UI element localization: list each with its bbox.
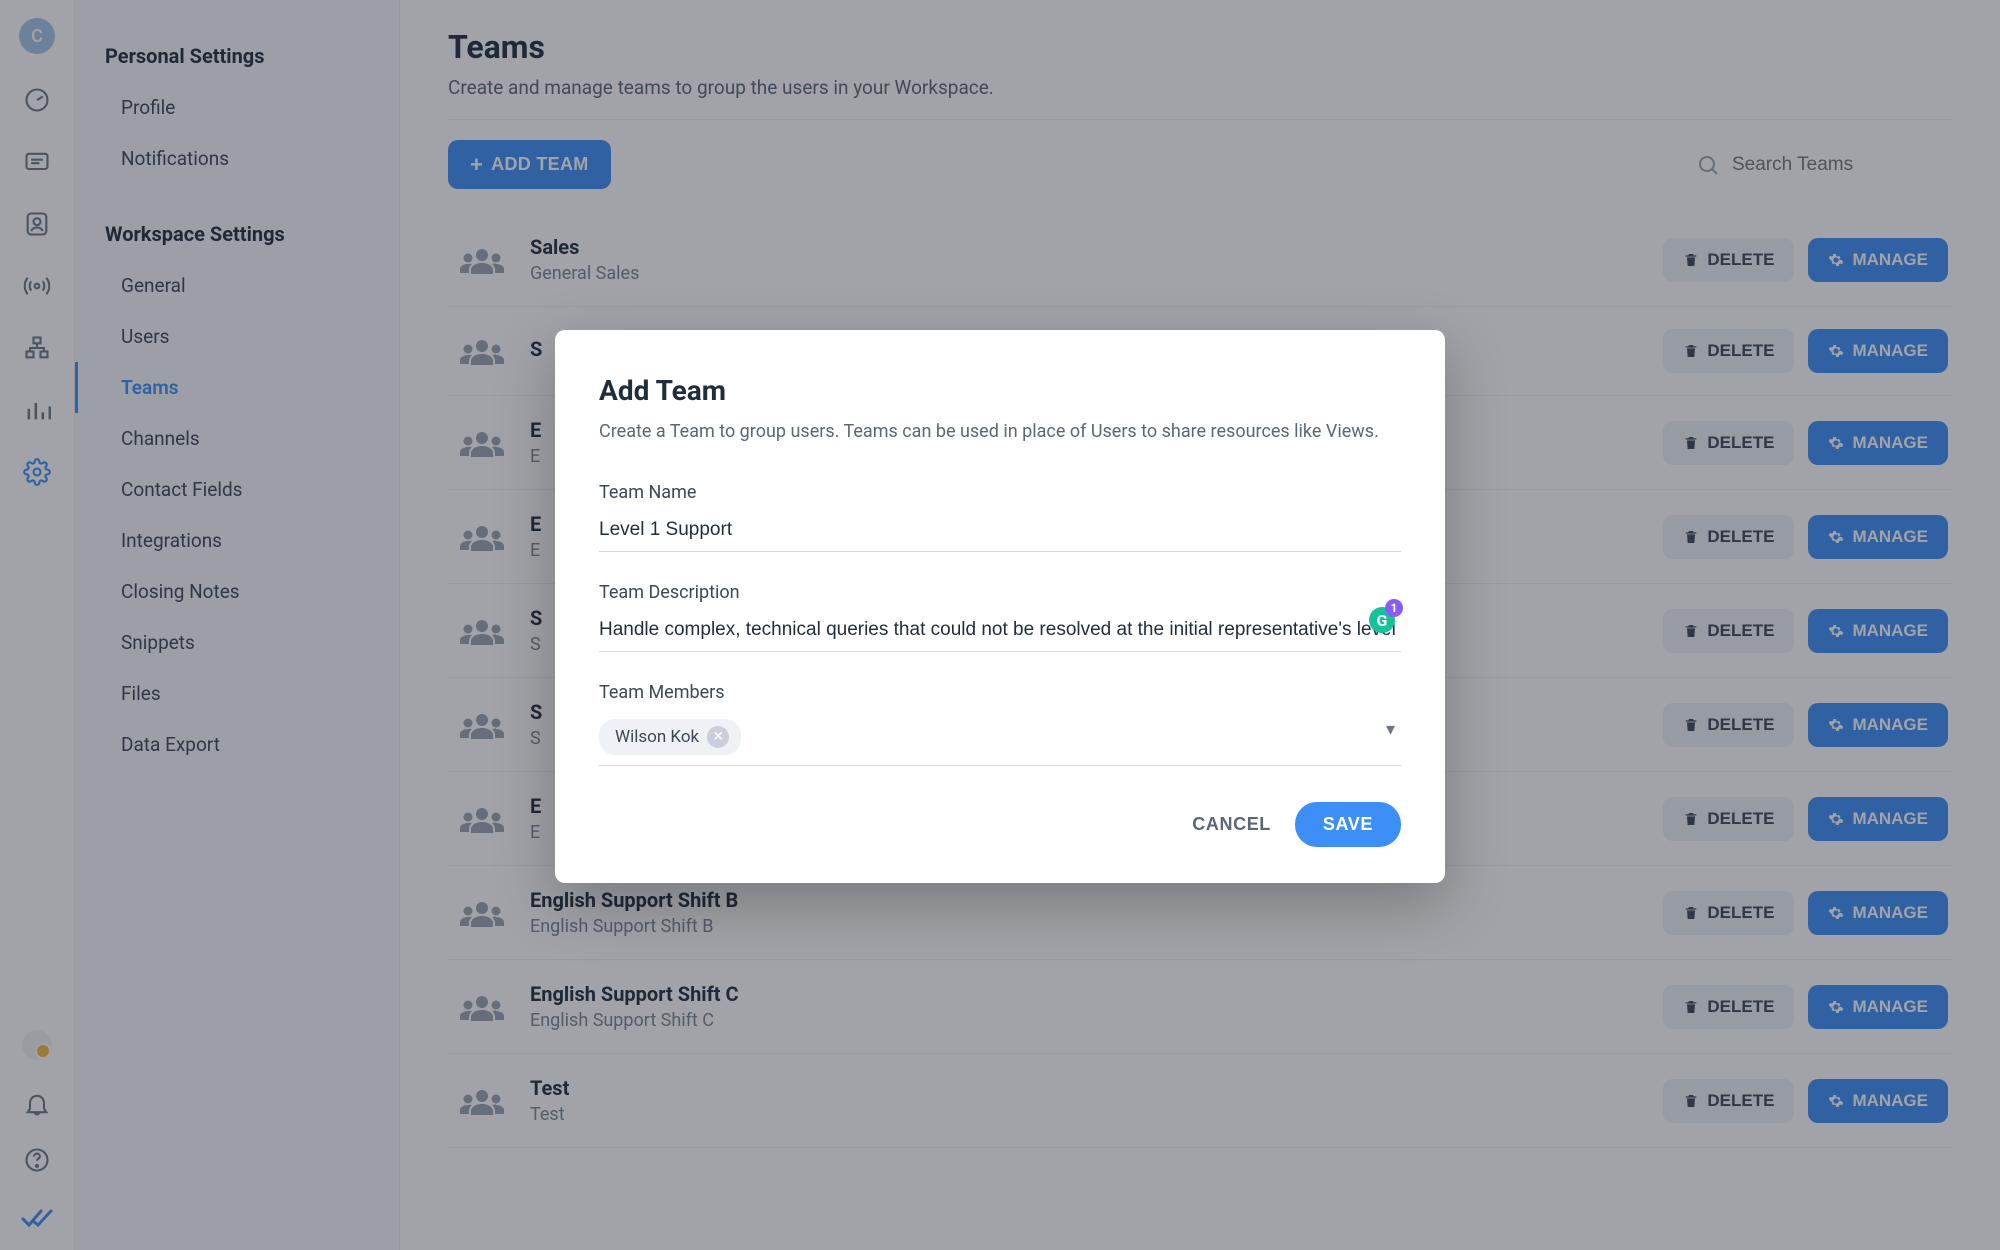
team-desc-label: Team Description — [599, 582, 1401, 603]
add-team-modal: Add Team Create a Team to group users. T… — [555, 330, 1445, 883]
team-members-select[interactable]: Wilson Kok ✕ ▾ — [599, 713, 1401, 766]
chevron-down-icon[interactable]: ▾ — [1386, 719, 1395, 740]
app-root: C — [0, 0, 2000, 1250]
modal-title: Add Team — [599, 374, 1401, 407]
cancel-button[interactable]: CANCEL — [1192, 814, 1271, 835]
team-name-label: Team Name — [599, 482, 1401, 503]
member-chip-label: Wilson Kok — [615, 727, 699, 747]
modal-subtitle: Create a Team to group users. Teams can … — [599, 421, 1401, 442]
member-chip: Wilson Kok ✕ — [599, 719, 741, 755]
grammarly-icon[interactable]: G — [1369, 607, 1395, 633]
save-button[interactable]: SAVE — [1295, 802, 1401, 847]
team-members-label: Team Members — [599, 682, 1401, 703]
team-name-input[interactable] — [599, 513, 1401, 552]
team-desc-input[interactable] — [599, 613, 1401, 652]
modal-overlay[interactable]: Add Team Create a Team to group users. T… — [0, 0, 2000, 1250]
modal-actions: CANCEL SAVE — [599, 802, 1401, 847]
remove-chip-icon[interactable]: ✕ — [707, 726, 729, 748]
